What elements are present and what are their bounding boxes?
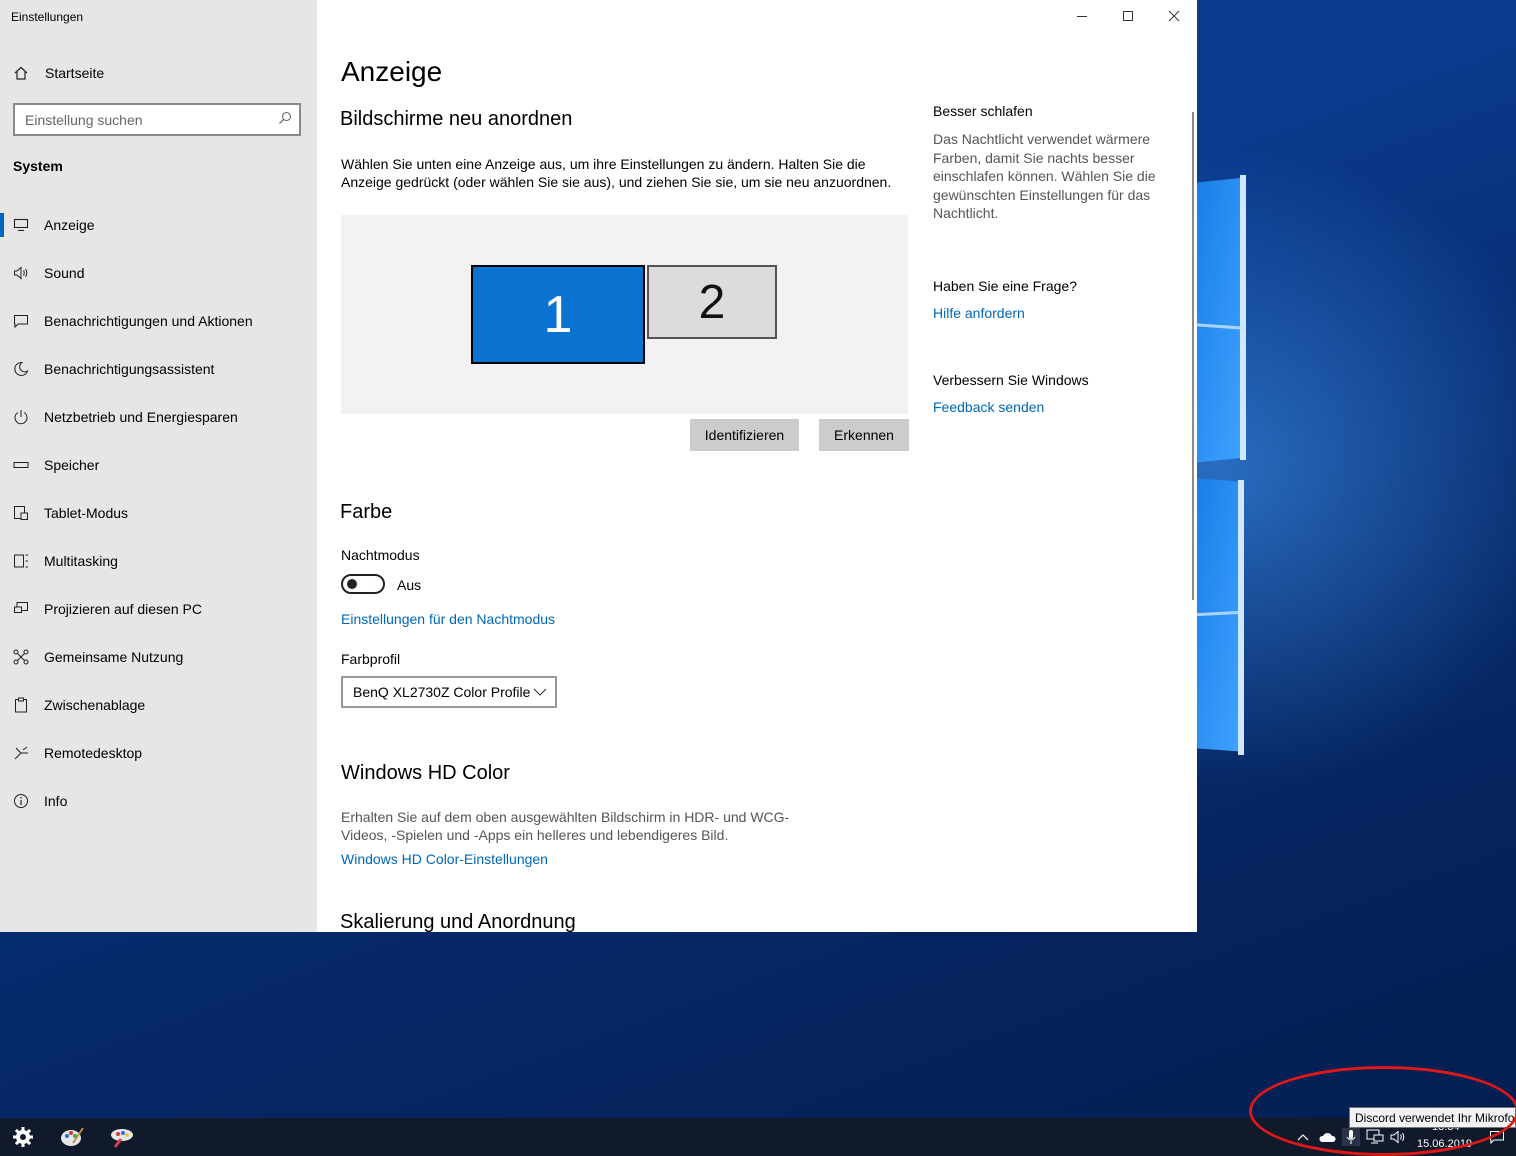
app-title: Einstellungen	[11, 10, 84, 24]
multitasking-icon	[12, 552, 30, 570]
identify-button[interactable]: Identifizieren	[690, 419, 799, 451]
settings-window: Einstellungen Startseite System Anzeige …	[0, 0, 1197, 932]
paint-palette-icon	[61, 1127, 84, 1146]
main-content: Anzeige Bildschirme neu anordnen Wählen …	[317, 0, 1197, 932]
taskbar-paint3d-app[interactable]	[107, 1122, 137, 1152]
sidebar-item-label: Anzeige	[44, 217, 95, 233]
sidebar-item-focus-assist[interactable]: Benachrichtigungsassistent	[0, 349, 317, 389]
night-mode-settings-link[interactable]: Einstellungen für den Nachtmodus	[341, 611, 555, 627]
sidebar-item-label: Netzbetrieb und Energiesparen	[44, 409, 238, 425]
sidebar-item-clipboard[interactable]: Zwischenablage	[0, 685, 317, 725]
info-icon	[12, 792, 30, 810]
sidebar-item-remote-desktop[interactable]: Remotedesktop	[0, 733, 317, 773]
night-mode-state: Aus	[397, 577, 422, 593]
hd-color-heading: Windows HD Color	[341, 762, 510, 784]
sidebar-item-sound[interactable]: Sound	[0, 253, 317, 293]
windows-logo-pane-top	[1197, 177, 1245, 463]
microphone-tooltip: Discord verwendet Ihr Mikrofo	[1349, 1107, 1516, 1128]
sidebar-item-label: Startseite	[45, 65, 105, 81]
sidebar-item-label: Info	[44, 793, 68, 809]
home-icon	[12, 64, 30, 82]
sidebar-item-label: Multitasking	[44, 553, 118, 569]
tablet-icon	[12, 504, 30, 522]
sidebar-item-multitasking[interactable]: Multitasking	[0, 541, 317, 581]
question-heading: Haben Sie eine Frage?	[933, 278, 1077, 294]
project-icon	[12, 600, 30, 618]
power-icon	[12, 408, 30, 426]
section-heading: System	[13, 158, 63, 174]
sidebar-item-info[interactable]: Info	[0, 781, 317, 821]
monitor-icon	[12, 216, 30, 234]
sidebar-item-power[interactable]: Netzbetrieb und Energiesparen	[0, 397, 317, 437]
color-profile-label: Farbprofil	[341, 651, 401, 667]
moon-icon	[12, 360, 30, 378]
sidebar-item-shared[interactable]: Gemeinsame Nutzung	[0, 637, 317, 677]
scrollbar[interactable]	[1192, 112, 1194, 600]
hd-color-description: Erhalten Sie auf dem oben ausgewählten B…	[341, 809, 790, 843]
sidebar-item-label: Projizieren auf diesen PC	[44, 601, 202, 617]
logo-edge-highlight	[1238, 480, 1244, 755]
improve-heading: Verbessern Sie Windows	[933, 372, 1089, 388]
sidebar-item-anzeige[interactable]: Anzeige	[0, 205, 317, 245]
night-mode-label: Nachtmodus	[341, 547, 420, 563]
detect-button[interactable]: Erkennen	[819, 419, 909, 451]
monitor-2-tile[interactable]: 2	[647, 265, 777, 339]
rearrange-heading: Bildschirme neu anordnen	[340, 108, 573, 130]
action-center-icon[interactable]	[1488, 1128, 1506, 1146]
remote-icon	[12, 744, 30, 762]
search-input[interactable]	[15, 105, 265, 134]
help-link[interactable]: Hilfe anfordern	[933, 305, 1025, 321]
page-title: Anzeige	[341, 56, 443, 87]
sidebar-item-storage[interactable]: Speicher	[0, 445, 317, 485]
display-arrangement-area[interactable]: 1 2	[341, 215, 908, 414]
scaling-heading: Skalierung und Anordnung	[340, 911, 576, 932]
sidebar-item-label: Tablet-Modus	[44, 505, 129, 521]
sidebar-item-label: Benachrichtigungen und Aktionen	[44, 313, 253, 329]
sidebar-item-label: Speicher	[44, 457, 100, 473]
storage-icon	[12, 456, 30, 474]
shared-icon	[12, 648, 30, 666]
sidebar-item-tablet-mode[interactable]: Tablet-Modus	[0, 493, 317, 533]
toggle-knob	[347, 579, 357, 589]
sidebar-item-home[interactable]: Startseite	[0, 53, 317, 93]
sidebar-item-label: Gemeinsame Nutzung	[44, 649, 184, 665]
color-profile-dropdown[interactable]: BenQ XL2730Z Color Profile	[341, 676, 557, 708]
taskbar-paint-app[interactable]	[57, 1122, 87, 1152]
logo-edge-highlight	[1240, 175, 1246, 460]
microphone-icon[interactable]	[1342, 1128, 1360, 1146]
feedback-link[interactable]: Feedback senden	[933, 399, 1044, 415]
taskbar	[0, 1118, 1516, 1156]
paint-brush-icon	[111, 1129, 133, 1148]
network-icon[interactable]	[1366, 1128, 1384, 1146]
sidebar-item-label: Benachrichtigungsassistent	[44, 361, 215, 377]
sidebar-item-label: Sound	[44, 265, 85, 281]
clipboard-icon	[12, 696, 30, 714]
chevron-down-icon	[533, 688, 547, 696]
chevron-up-icon[interactable]	[1294, 1128, 1312, 1146]
search-field[interactable]	[13, 103, 301, 136]
taskbar-settings-app[interactable]	[8, 1122, 38, 1152]
sidebar-item-label: Remotedesktop	[44, 745, 143, 761]
search-icon[interactable]	[278, 111, 292, 125]
sleep-heading: Besser schlafen	[933, 103, 1033, 119]
rearrange-description: Wählen Sie unten eine Anzeige aus, um ih…	[341, 156, 892, 190]
sleep-text: Das Nachtlicht verwendet wärmere Farben,…	[933, 131, 1156, 221]
color-profile-value: BenQ XL2730Z Color Profile	[353, 684, 531, 700]
clock-date[interactable]: 15.06.2019	[1417, 1138, 1472, 1150]
sidebar-item-project[interactable]: Projizieren auf diesen PC	[0, 589, 317, 629]
monitor-1-tile[interactable]: 1	[471, 265, 645, 364]
sidebar-item-notifications[interactable]: Benachrichtigungen und Aktionen	[0, 301, 317, 341]
volume-icon[interactable]	[1390, 1128, 1408, 1146]
color-heading: Farbe	[340, 501, 393, 523]
message-icon	[12, 312, 30, 330]
cloud-icon[interactable]	[1318, 1128, 1336, 1146]
hd-color-settings-link[interactable]: Windows HD Color-Einstellungen	[341, 851, 548, 867]
gear-icon	[13, 1127, 33, 1147]
sidebar: Einstellungen Startseite System Anzeige …	[0, 0, 317, 932]
speaker-icon	[12, 264, 30, 282]
night-mode-toggle[interactable]	[341, 574, 385, 594]
sidebar-item-label: Zwischenablage	[44, 697, 146, 713]
